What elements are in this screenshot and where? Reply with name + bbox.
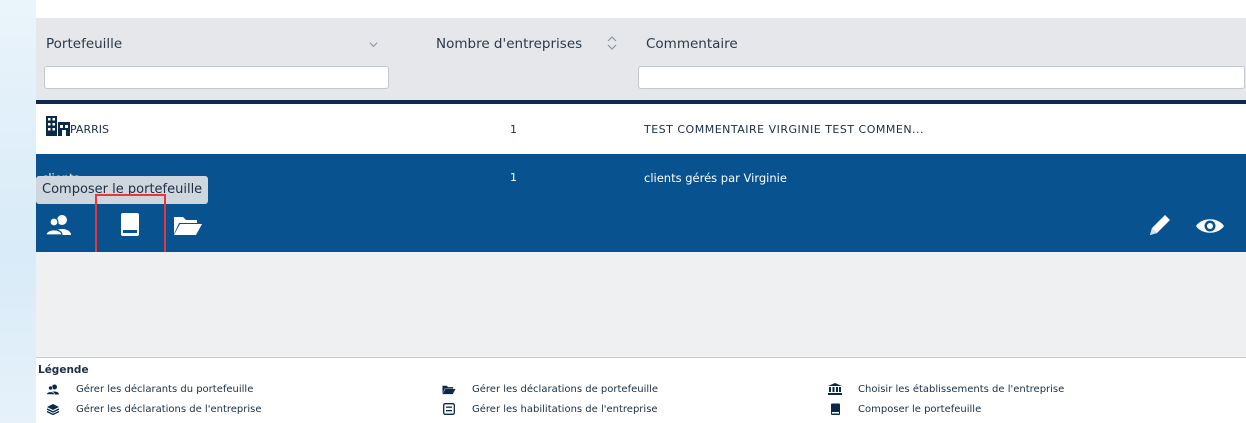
folder-open-icon (174, 217, 202, 235)
legend: Légende Gérer les déclarants du portefeu… (36, 357, 1246, 423)
folder-open-icon (442, 385, 456, 394)
manage-declarations-button[interactable] (172, 212, 204, 238)
users-icon (46, 384, 59, 395)
manage-declarants-button[interactable] (44, 212, 74, 238)
highlight-box (95, 194, 166, 259)
portfolio-panel: Portefeuille Nombre d'entreprises Commen… (36, 0, 1246, 423)
column-header-nombre[interactable]: Nombre d'entreprises (436, 36, 582, 52)
column-header-portefeuille[interactable]: Portefeuille (46, 36, 122, 52)
bank-icon (828, 383, 842, 395)
cell-nombre: 1 (510, 123, 517, 136)
view-button[interactable] (1194, 214, 1226, 238)
filter-commentaire-input[interactable] (638, 66, 1245, 89)
table-header: Portefeuille Nombre d'entreprises Commen… (36, 18, 1246, 100)
legend-item: Gérer les déclarants du portefeuille (46, 383, 253, 395)
filter-portefeuille-input[interactable] (44, 66, 389, 89)
book-icon (830, 403, 840, 415)
table-row[interactable]: PARRIS 1 TEST COMMENTAIRE VIRGINIE TEST … (36, 104, 1246, 154)
eye-icon (1196, 219, 1224, 233)
table-row-selected[interactable]: clients 1 clients gérés par Virginie (36, 154, 1246, 252)
list-box-icon (443, 403, 455, 415)
cell-nombre: 1 (510, 171, 517, 184)
cell-commentaire: clients gérés par Virginie (644, 171, 787, 185)
legend-item-label: Gérer les habilitations de l'entreprise (472, 403, 658, 415)
legend-item: Composer le portefeuille (828, 403, 981, 415)
legend-title: Légende (38, 364, 89, 376)
sort-icon[interactable] (606, 35, 618, 51)
legend-item: Gérer les déclarations de l'entreprise (46, 403, 262, 415)
legend-item: Gérer les habilitations de l'entreprise (442, 403, 658, 415)
legend-item-label: Gérer les déclarations de l'entreprise (76, 403, 262, 415)
legend-item: Choisir les établissements de l'entrepri… (828, 383, 1064, 395)
pencil-icon (1150, 215, 1170, 235)
page-background (0, 0, 36, 423)
layers-icon (46, 404, 60, 415)
legend-item-label: Choisir les établissements de l'entrepri… (858, 383, 1065, 395)
chevron-down-icon[interactable] (369, 40, 378, 49)
cell-portefeuille: PARRIS (70, 123, 109, 136)
edit-button[interactable] (1144, 212, 1174, 240)
legend-item-label: Gérer les déclarants du portefeuille (76, 383, 254, 395)
legend-item-label: Composer le portefeuille (858, 403, 982, 415)
column-header-commentaire[interactable]: Commentaire (646, 36, 738, 52)
cell-commentaire: TEST COMMENTAIRE VIRGINIE TEST COMMEN... (644, 123, 925, 136)
empty-area (36, 252, 1246, 357)
legend-item: Gérer les déclarations de portefeuille (442, 383, 658, 395)
legend-item-label: Gérer les déclarations de portefeuille (472, 383, 659, 395)
users-icon (45, 215, 71, 236)
building-icon (46, 116, 70, 136)
